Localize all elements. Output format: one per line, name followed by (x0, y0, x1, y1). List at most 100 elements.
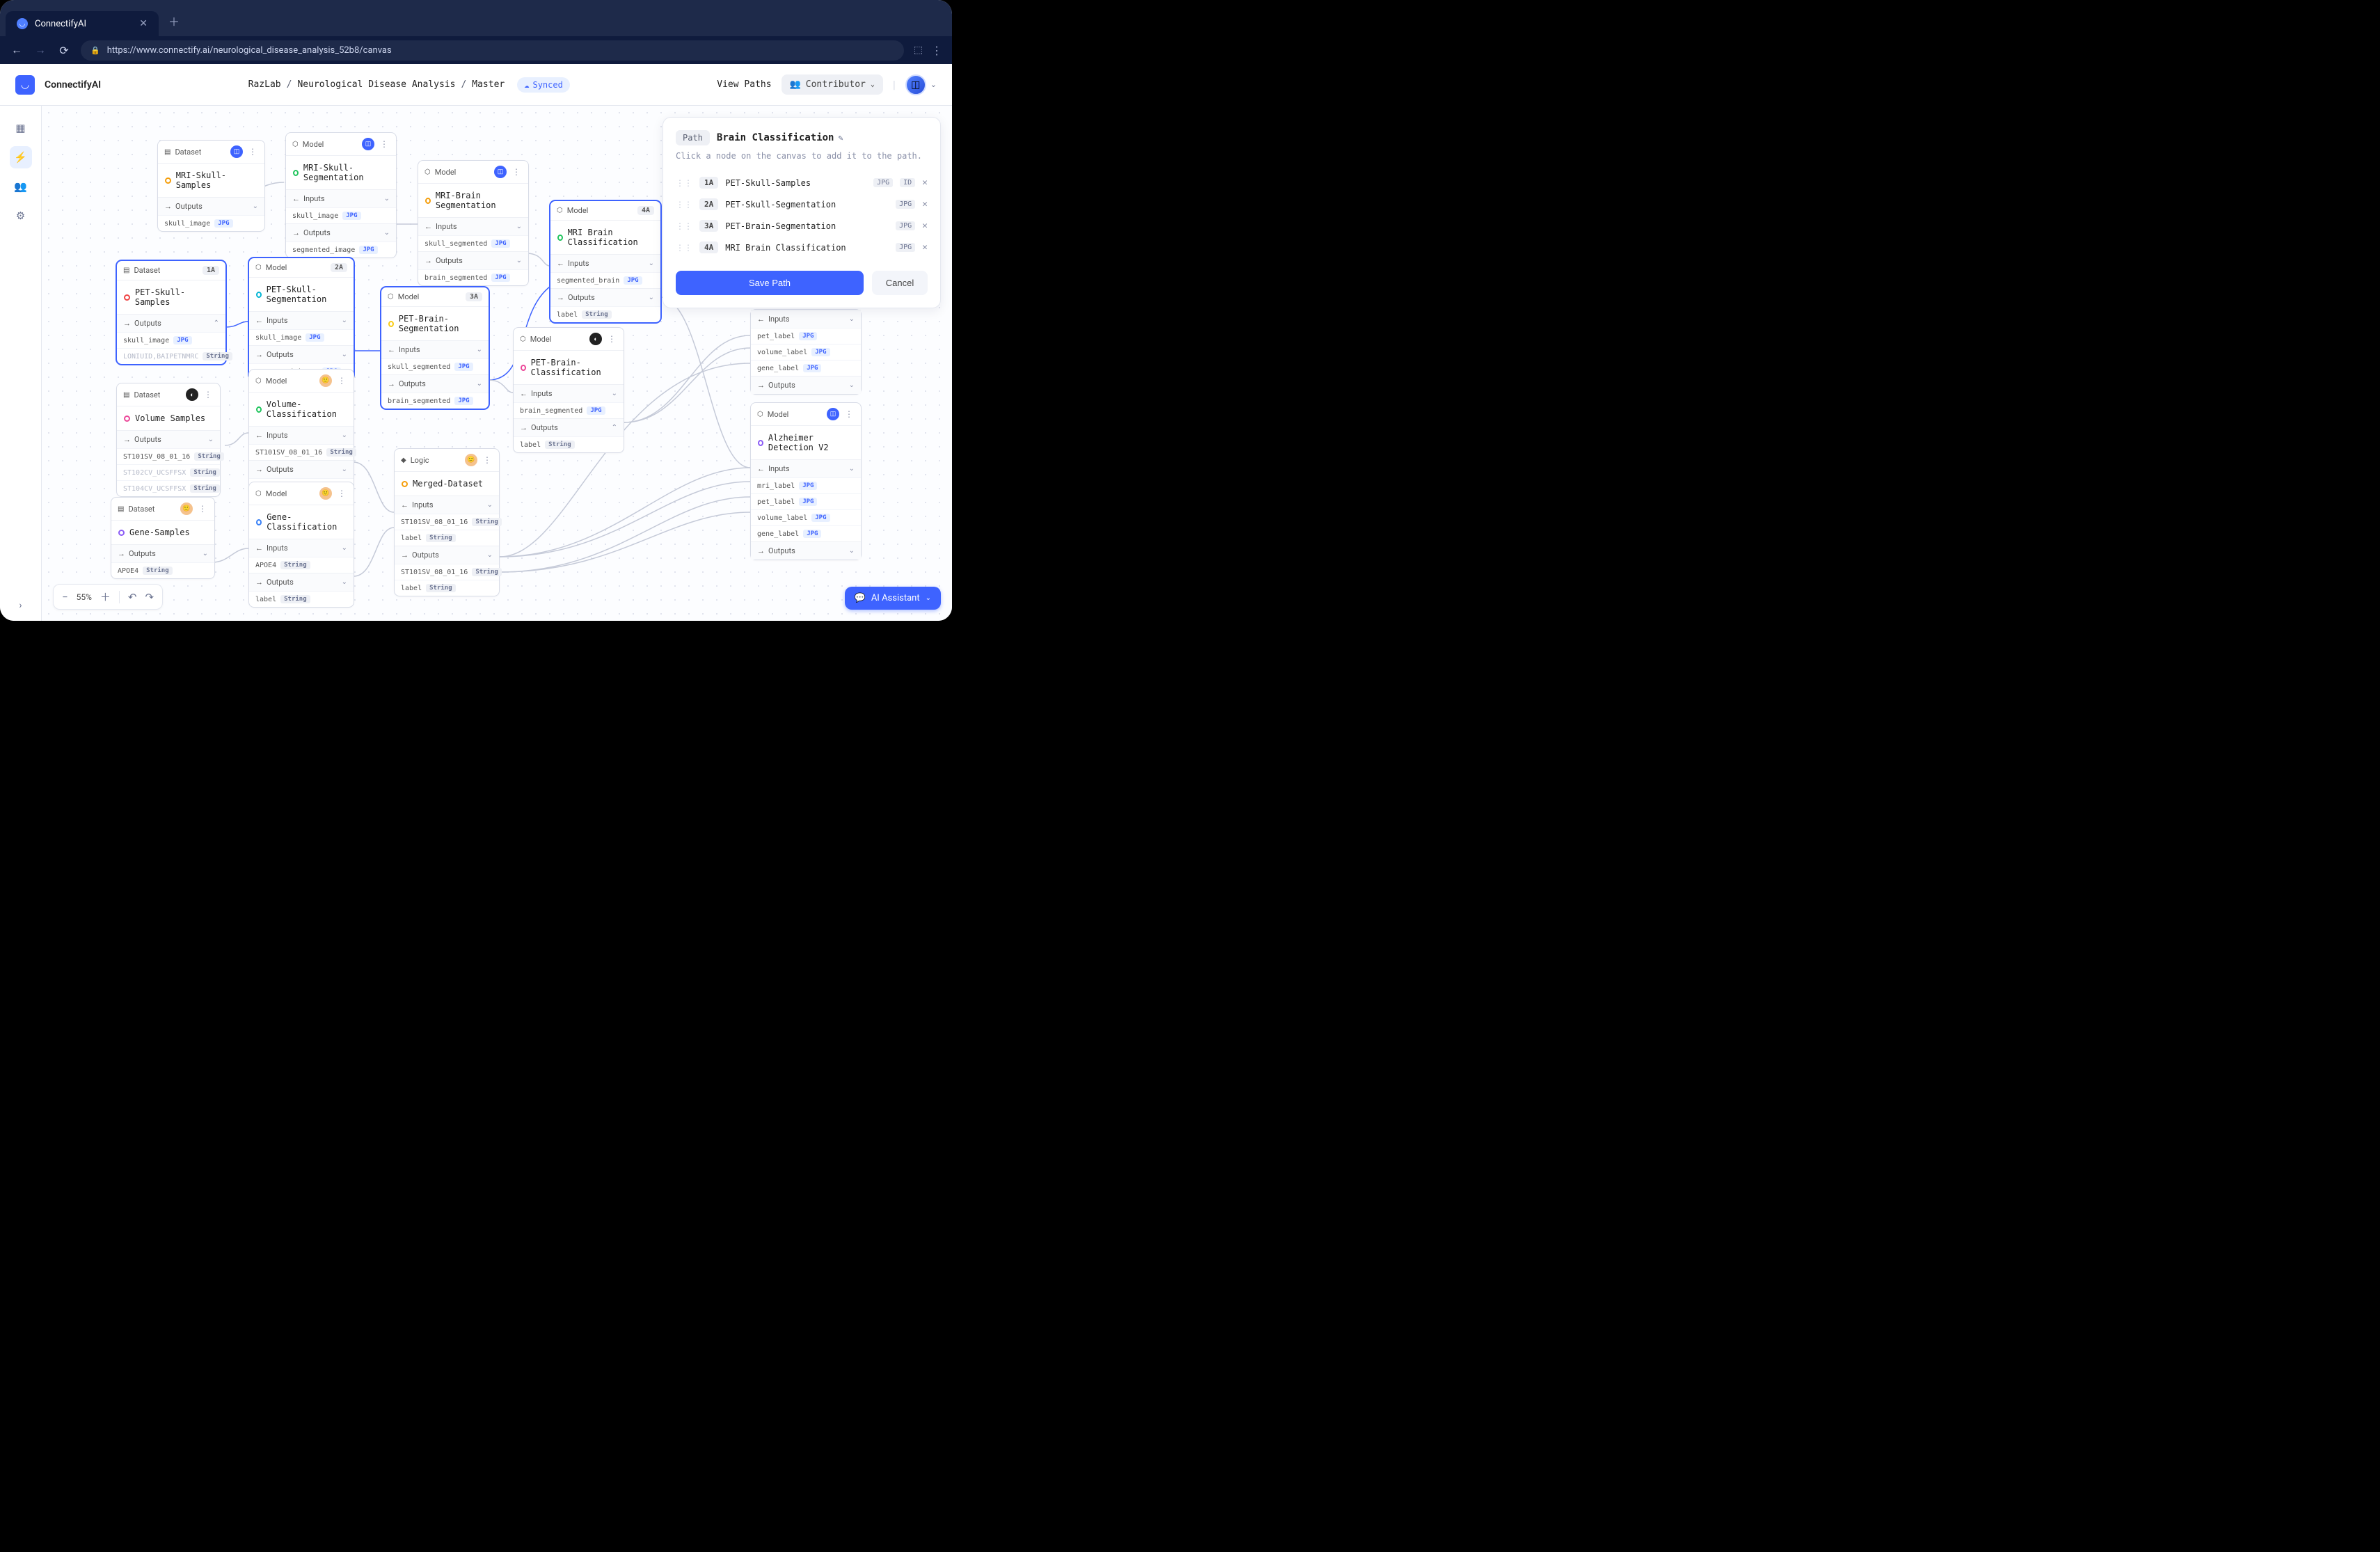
node-menu-icon[interactable]: ⋮ (843, 409, 855, 419)
node-pet-skull-segmentation[interactable]: ⬡Model2A PET-Skull-Segmentation ←Inputs⌄… (248, 258, 354, 380)
input-port[interactable]: skull_imageJPG (286, 207, 396, 223)
drag-handle-icon[interactable]: ⋮⋮ (676, 221, 692, 231)
remove-item-icon[interactable]: ✕ (922, 242, 928, 253)
node-gene-classification[interactable]: ⬡Model🙂⋮ Gene-Classification ←Inputs⌄ AP… (248, 482, 354, 608)
node-pet-skull-samples[interactable]: ▤Dataset1A PET-Skull-Samples →Outputs⌃ s… (116, 260, 226, 365)
node-menu-icon[interactable]: ⋮ (379, 139, 390, 149)
browser-tab[interactable]: ◡ ConnectifyAI ✕ (6, 11, 159, 36)
output-port[interactable]: labelString (550, 306, 660, 322)
drag-handle-icon[interactable]: ⋮⋮ (676, 178, 692, 188)
view-paths-link[interactable]: View Paths (717, 79, 771, 90)
output-port[interactable]: ST104CV_UCSFFSXString (117, 480, 220, 496)
outputs-header[interactable]: →Outputs⌄ (751, 377, 861, 394)
output-port[interactable]: brain_segmentedJPG (418, 269, 528, 285)
chevron-down-icon[interactable]: ⌄ (930, 80, 937, 89)
output-port[interactable]: ST101SV_08_01_16String (395, 564, 499, 580)
input-port[interactable]: ST101SV_08_01_16String (395, 514, 499, 530)
node-menu-icon[interactable]: ⋮ (247, 147, 258, 157)
inputs-header[interactable]: ←Inputs⌄ (514, 385, 624, 402)
output-port[interactable]: APOE4String (111, 562, 214, 578)
path-item[interactable]: ⋮⋮ 2A PET-Skull-Segmentation JPG ✕ (676, 193, 928, 215)
node-mri-skull-segmentation[interactable]: ⬡Model◫⋮ MRI-Skull-Segmentation ←Inputs⌄… (285, 132, 397, 258)
outputs-header[interactable]: →Outputs⌄ (158, 198, 264, 215)
user-avatar[interactable]: ◫ (905, 74, 926, 95)
outputs-header[interactable]: →Outputs⌄ (381, 375, 489, 393)
zoom-out-button[interactable]: − (62, 591, 68, 603)
path-item[interactable]: ⋮⋮ 3A PET-Brain-Segmentation JPG ✕ (676, 215, 928, 237)
input-port[interactable]: volume_labelJPG (751, 344, 861, 360)
inputs-header[interactable]: ←Inputs⌄ (751, 310, 861, 328)
node-merged-dataset[interactable]: ◆Logic🙂⋮ Merged-Dataset ←Inputs⌄ ST101SV… (394, 448, 500, 596)
input-port[interactable]: labelString (395, 530, 499, 546)
node-menu-icon[interactable]: ⋮ (482, 455, 493, 465)
input-port[interactable]: APOE4String (249, 557, 354, 573)
role-selector[interactable]: 👥 Contributor ⌄ (782, 74, 883, 95)
node-menu-icon[interactable]: ⋮ (203, 390, 214, 399)
inputs-header[interactable]: ←Inputs⌄ (249, 427, 354, 444)
cancel-button[interactable]: Cancel (872, 271, 928, 295)
node-volume-samples[interactable]: ▤Dataset◐⋮ Volume Samples →Outputs⌄ ST10… (116, 383, 221, 497)
rail-dashboard[interactable]: ▦ (10, 117, 32, 139)
outputs-header[interactable]: →Outputs⌄ (111, 545, 214, 562)
outputs-header[interactable]: →Outputs⌄ (117, 431, 220, 448)
inputs-header[interactable]: ←Inputs⌄ (550, 255, 660, 272)
forward-button[interactable]: → (33, 43, 47, 57)
input-port[interactable]: skull_segmentedJPG (418, 235, 528, 251)
browser-menu-icon[interactable]: ⋮ (931, 44, 942, 57)
output-port[interactable]: labelString (514, 436, 624, 452)
output-port[interactable]: LONIUID,BAIPETNMRCString (117, 348, 225, 364)
outputs-header[interactable]: →Outputs⌄ (286, 224, 396, 241)
crumb-org[interactable]: RazLab (248, 79, 281, 90)
inputs-header[interactable]: ←Inputs⌄ (286, 190, 396, 207)
outputs-header[interactable]: →Outputs⌃ (117, 315, 225, 332)
output-port[interactable]: segmented_imageJPG (286, 241, 396, 258)
output-port[interactable]: ST102CV_UCSFFSXString (117, 464, 220, 480)
reload-button[interactable]: ⟳ (57, 44, 71, 57)
outputs-header[interactable]: →Outputs⌄ (249, 573, 354, 591)
redo-button[interactable]: ↷ (145, 591, 154, 603)
input-port[interactable]: skull_imageJPG (249, 329, 354, 345)
drag-handle-icon[interactable]: ⋮⋮ (676, 243, 692, 253)
node-menu-icon[interactable]: ⋮ (197, 504, 208, 514)
back-button[interactable]: ← (10, 43, 24, 57)
outputs-header[interactable]: →Outputs⌄ (395, 546, 499, 564)
remove-item-icon[interactable]: ✕ (922, 199, 928, 209)
outputs-header[interactable]: →Outputs⌄ (550, 289, 660, 306)
inputs-header[interactable]: ←Inputs⌄ (249, 312, 354, 329)
rail-expand-button[interactable]: › (19, 600, 22, 611)
input-port[interactable]: brain_segmentedJPG (514, 402, 624, 418)
output-port[interactable]: brain_segmentedJPG (381, 393, 489, 409)
node-pet-brain-classification[interactable]: ⬡Model◐⋮ PET-Brain-Classification ←Input… (513, 327, 624, 453)
input-port[interactable]: skull_segmentedJPG (381, 358, 489, 374)
inputs-header[interactable]: ←Inputs⌄ (418, 218, 528, 235)
node-menu-icon[interactable]: ⋮ (336, 376, 347, 386)
output-port[interactable]: ST101SV_08_01_16String (117, 448, 220, 464)
outputs-header[interactable]: →Outputs⌄ (249, 346, 354, 363)
output-port[interactable]: skull_imageJPG (158, 215, 264, 231)
inputs-header[interactable]: ←Inputs⌄ (395, 496, 499, 514)
node-mri-brain-classification[interactable]: ⬡Model4A MRI Brain Classification ←Input… (550, 200, 661, 323)
path-item[interactable]: ⋮⋮ 4A MRI Brain Classification JPG ✕ (676, 237, 928, 258)
remove-item-icon[interactable]: ✕ (922, 177, 928, 188)
inputs-header[interactable]: ←Inputs⌄ (249, 539, 354, 557)
output-port[interactable]: skull_imageJPG (117, 332, 225, 348)
save-path-button[interactable]: Save Path (676, 271, 864, 295)
input-port[interactable]: ST101SV_08_01_16String (249, 444, 354, 460)
node-mri-brain-segmentation[interactable]: ⬡Model◫⋮ MRI-Brain Segmentation ←Inputs⌄… (418, 160, 529, 286)
outputs-header[interactable]: →Outputs⌄ (249, 461, 354, 478)
ai-assistant-button[interactable]: 💬 AI Assistant ⌄ (845, 587, 941, 610)
input-port[interactable]: gene_labelJPG (751, 360, 861, 376)
canvas[interactable]: ▤Dataset◫⋮ MRI-Skull-Samples →Outputs⌄ s… (42, 106, 952, 621)
crumb-branch[interactable]: Master (472, 79, 505, 90)
edit-icon[interactable]: ✎ (838, 133, 843, 143)
node-volume-classification[interactable]: ⬡Model🙂⋮ Volume-Classification ←Inputs⌄ … (248, 369, 354, 495)
node-multimodal-classifier[interactable]: ←Inputs⌄ pet_labelJPG volume_labelJPG ge… (750, 309, 862, 395)
rail-flows[interactable]: ⚡ (10, 146, 32, 168)
new-tab-button[interactable]: ＋ (159, 6, 189, 36)
node-gene-samples[interactable]: ▤Dataset🙂⋮ Gene-Samples →Outputs⌄ APOE4S… (111, 497, 215, 579)
zoom-in-button[interactable]: ＋ (100, 589, 111, 604)
input-port[interactable]: segmented_brainJPG (550, 272, 660, 288)
node-menu-icon[interactable]: ⋮ (336, 489, 347, 498)
undo-button[interactable]: ↶ (128, 591, 137, 603)
outputs-header[interactable]: →Outputs⌄ (751, 542, 861, 560)
